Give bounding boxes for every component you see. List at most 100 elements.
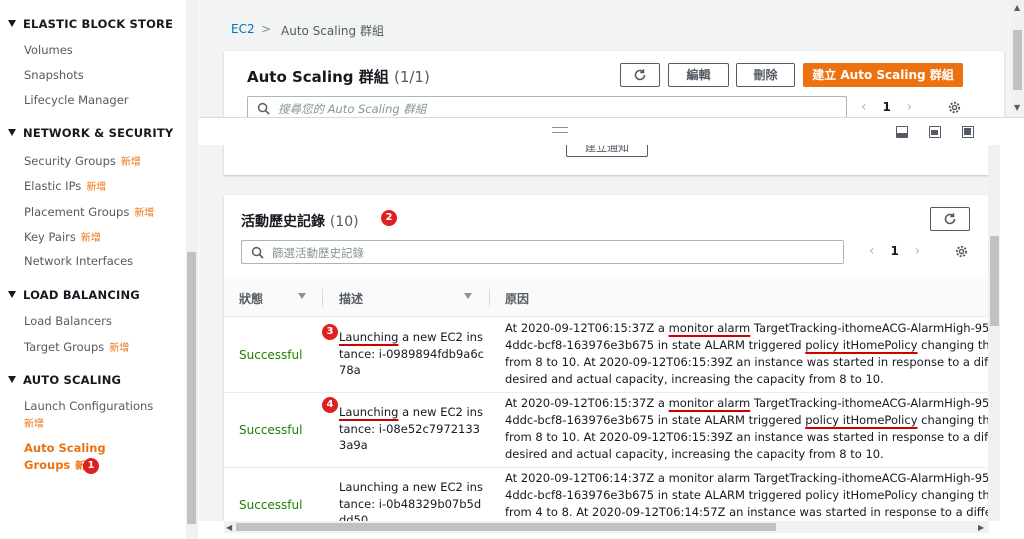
annotation-marker-2: 2 <box>381 210 397 226</box>
asg-panel: Auto Scaling 群組 (1/1) 編輯 刪除 建立 Auto Scal… <box>224 51 1004 117</box>
column-header-description[interactable]: 描述 <box>339 290 363 307</box>
sort-caret-icon[interactable] <box>298 293 306 299</box>
new-badge: 新增 <box>120 157 141 168</box>
chevron-right-icon[interactable]: › <box>907 99 913 115</box>
annotation-marker-1: 1 <box>83 458 99 474</box>
asg-pagination: ‹ 1 › <box>861 99 912 115</box>
split-panel-header <box>199 117 1024 145</box>
activity-history-panel: 活動歷史記錄 (10) 篩選活動歷史記錄 ‹ 1 › 狀態 描述 原因 Succ… <box>224 195 988 521</box>
sidebar-item-elastic-ips[interactable]: Elastic IPs 新增 <box>24 178 106 193</box>
column-divider[interactable] <box>489 289 490 307</box>
annotation-marker-4: 4 <box>322 397 338 413</box>
edit-button[interactable]: 編輯 <box>668 63 729 87</box>
caret-down-icon <box>8 291 16 298</box>
chevron-right-icon[interactable]: › <box>915 243 921 259</box>
caret-down-icon <box>8 129 16 136</box>
chevron-left-icon[interactable]: ‹ <box>869 243 875 259</box>
delete-button[interactable]: 刪除 <box>736 63 795 87</box>
caret-down-icon <box>8 20 16 27</box>
activity-vertical-scrollbar[interactable] <box>988 145 1000 521</box>
panel-bottom-icon[interactable] <box>896 126 908 138</box>
scroll-up-icon[interactable]: ▲ <box>1014 3 1020 12</box>
sort-caret-icon[interactable] <box>464 293 472 299</box>
sidebar-item-load-balancers[interactable]: Load Balancers <box>24 314 112 328</box>
sidebar: ELASTIC BLOCK STORE Volumes Snapshots Li… <box>0 0 198 539</box>
activity-search-input[interactable]: 篩選活動歷史記錄 <box>241 240 844 264</box>
sidebar-item-placement-groups[interactable]: Placement Groups 新增 <box>24 204 154 219</box>
sidebar-item-key-pairs[interactable]: Key Pairs 新增 <box>24 229 101 244</box>
annotation-marker-3: 3 <box>322 324 338 340</box>
column-header-status[interactable]: 狀態 <box>239 290 263 307</box>
column-header-cause[interactable]: 原因 <box>505 290 529 307</box>
create-asg-button[interactable]: 建立 Auto Scaling 群組 <box>803 63 963 87</box>
new-badge: 新增 <box>80 233 101 244</box>
section-auto-scaling[interactable]: AUTO SCALING <box>8 373 121 387</box>
new-badge: 新增 <box>109 343 130 354</box>
settings-gear-icon[interactable] <box>947 100 962 115</box>
breadcrumb-ec2[interactable]: EC2 <box>231 22 255 36</box>
sidebar-item-lifecycle-manager[interactable]: Lifecycle Manager <box>24 93 129 107</box>
sidebar-item-launch-configurations[interactable]: Launch Configurations 新增 <box>24 398 164 433</box>
page-number[interactable]: 1 <box>890 244 898 258</box>
sidebar-scrollbar-thumb[interactable] <box>187 252 196 524</box>
search-icon <box>251 246 264 259</box>
description-cell: Launching a new EC2 instance: i-0b48329b… <box>339 480 483 521</box>
scroll-left-icon[interactable]: ◀ <box>226 523 232 532</box>
column-divider[interactable] <box>322 289 323 307</box>
new-badge: 新增 <box>134 208 155 219</box>
activity-count: (10) <box>329 214 359 230</box>
status-cell: Successful <box>239 498 303 512</box>
activity-title: 活動歷史記錄 (10) <box>241 214 359 230</box>
activity-pagination: ‹ 1 › <box>869 243 920 259</box>
chevron-right-icon: > <box>261 22 272 36</box>
cause-cell: At 2020-09-12T06:15:37Z a monitor alarm … <box>505 321 988 386</box>
search-placeholder: 篩選活動歷史記錄 <box>272 246 364 260</box>
sidebar-item-target-groups[interactable]: Target Groups 新增 <box>24 339 129 354</box>
description-cell: Launching a new EC2 instance: i-0989894f… <box>339 330 484 377</box>
panel-side-icon[interactable] <box>929 126 941 138</box>
selection-count: (1/1) <box>393 68 430 86</box>
caret-down-icon <box>8 376 16 383</box>
notifications-panel: 建立通知 <box>224 145 988 175</box>
panel-full-icon[interactable] <box>962 126 974 138</box>
new-badge: 新增 <box>86 182 107 193</box>
table-row: Successful Launching a new EC2 instance:… <box>224 393 988 468</box>
status-cell: Successful <box>239 423 303 437</box>
search-icon <box>257 102 270 115</box>
asg-search-input[interactable]: 搜尋您的 Auto Scaling 群組 <box>247 96 847 117</box>
details-pane: 建立通知 活動歷史記錄 (10) 篩選活動歷史記錄 ‹ 1 › 狀態 描述 原因 <box>199 145 988 521</box>
new-badge: 新增 <box>24 419 44 430</box>
page-number[interactable]: 1 <box>882 100 890 114</box>
table-row: Successful Launching a new EC2 instance:… <box>224 318 988 393</box>
breadcrumb-current: Auto Scaling 群組 <box>281 24 384 38</box>
sidebar-item-volumes[interactable]: Volumes <box>24 43 73 57</box>
table-header: 狀態 描述 原因 <box>224 279 988 317</box>
asg-section: EC2 > Auto Scaling 群組 Auto Scaling 群組 (1… <box>199 0 1011 117</box>
main-scrollbar-thumb[interactable] <box>1013 30 1022 90</box>
resize-grip-icon[interactable] <box>552 127 568 133</box>
description-cell: Launching a new EC2 instance: i-08e52c79… <box>339 405 483 452</box>
scroll-down-icon[interactable]: ▼ <box>1014 103 1020 112</box>
refresh-icon <box>944 213 956 225</box>
activity-refresh-button[interactable] <box>930 207 970 231</box>
section-network-security[interactable]: NETWORK & SECURITY <box>8 126 173 140</box>
create-notification-button[interactable]: 建立通知 <box>566 145 648 157</box>
sidebar-item-security-groups[interactable]: Security Groups 新增 <box>24 153 141 168</box>
section-load-balancing[interactable]: LOAD BALANCING <box>8 288 140 302</box>
section-ebs[interactable]: ELASTIC BLOCK STORE <box>8 17 173 31</box>
page-title: Auto Scaling 群組 (1/1) <box>247 68 430 86</box>
table-row: Successful Launching a new EC2 instance:… <box>224 468 988 521</box>
refresh-button[interactable] <box>620 63 660 87</box>
activity-vertical-scrollbar-thumb[interactable] <box>990 236 999 326</box>
sidebar-item-snapshots[interactable]: Snapshots <box>24 68 84 82</box>
sidebar-item-network-interfaces[interactable]: Network Interfaces <box>24 254 133 268</box>
refresh-icon <box>634 69 646 81</box>
chevron-left-icon[interactable]: ‹ <box>861 99 867 115</box>
activity-horizontal-scrollbar-thumb[interactable] <box>236 523 776 531</box>
cause-cell: At 2020-09-12T06:15:37Z a monitor alarm … <box>505 396 988 461</box>
status-cell: Successful <box>239 348 303 362</box>
cause-cell: At 2020-09-12T06:14:37Z a monitor alarm … <box>505 471 988 519</box>
search-placeholder: 搜尋您的 Auto Scaling 群組 <box>278 102 427 116</box>
scroll-right-icon[interactable]: ▶ <box>978 523 984 532</box>
settings-gear-icon[interactable] <box>954 244 969 259</box>
